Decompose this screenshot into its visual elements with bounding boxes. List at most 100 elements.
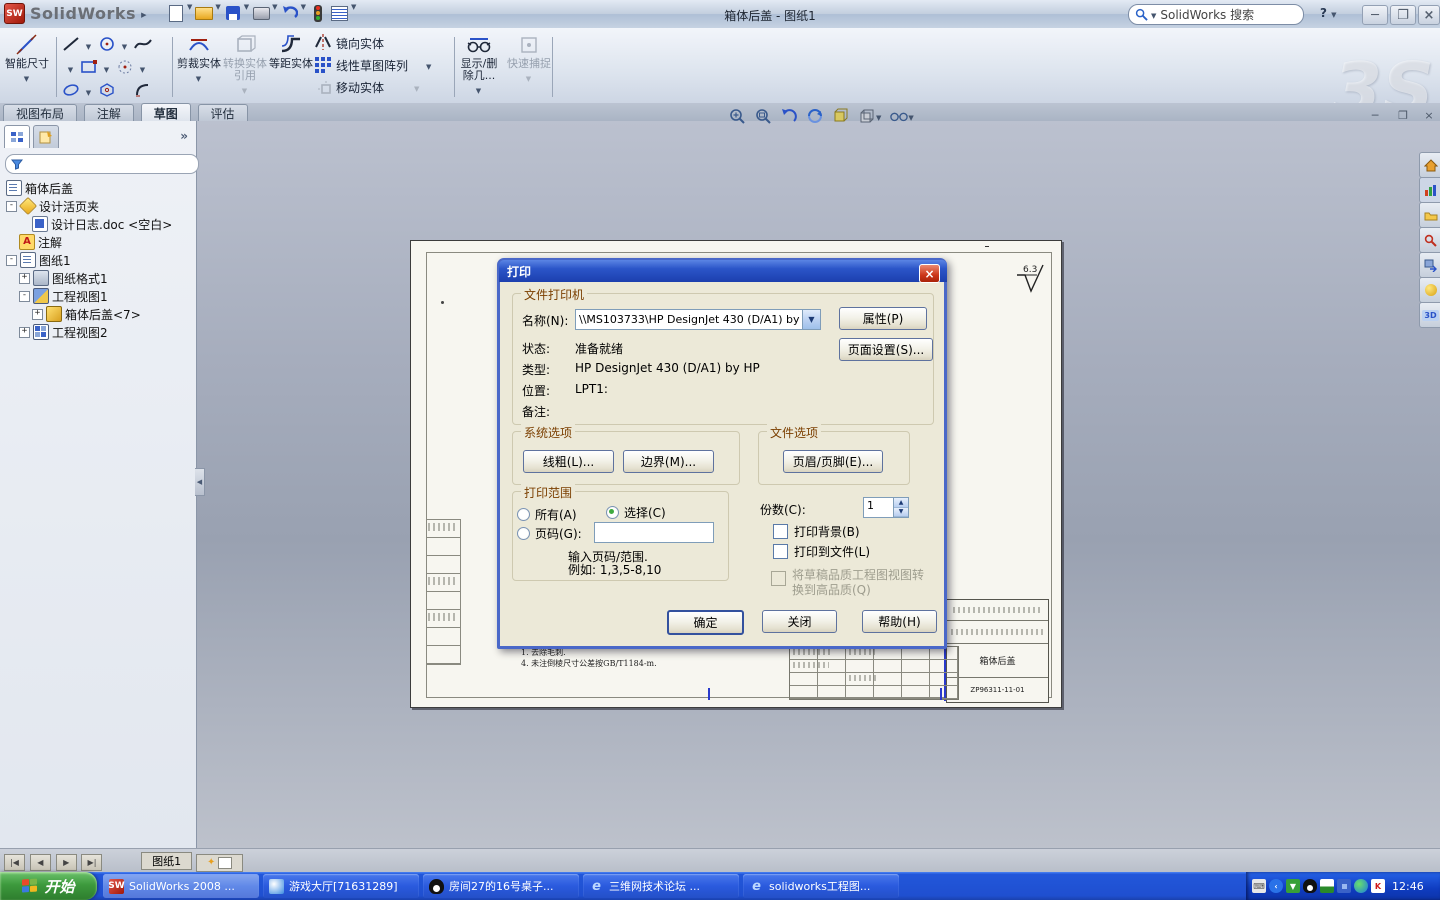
taskbar-item-forum[interactable]: e 三维网技术论坛 ... bbox=[583, 874, 739, 898]
taskbar-item-solidworks[interactable]: SW SolidWorks 2008 ... bbox=[103, 874, 259, 898]
sheet1-tab[interactable]: 图纸1 bbox=[141, 852, 193, 870]
point-tool-icon[interactable] bbox=[116, 59, 134, 78]
tree-filter-input[interactable] bbox=[5, 154, 199, 174]
tab-evaluate[interactable]: 评估 bbox=[197, 104, 248, 121]
tray-mail-icon[interactable] bbox=[1320, 879, 1334, 893]
print-icon[interactable] bbox=[250, 3, 272, 23]
margins-button[interactable]: 边界(M)... bbox=[623, 450, 714, 473]
collapse-box-icon[interactable]: - bbox=[19, 290, 30, 302]
arc-tool-icon[interactable] bbox=[134, 82, 152, 101]
3d-content-central-icon[interactable]: 3D bbox=[1419, 302, 1440, 328]
tree-item-design-binder[interactable]: - 设计活页夹 bbox=[2, 196, 192, 216]
tray-network-icon[interactable] bbox=[1337, 879, 1351, 893]
offset-entities-button[interactable]: 等距实体 bbox=[268, 32, 314, 70]
page-setup-button[interactable]: 页面设置(S)... bbox=[839, 338, 933, 361]
first-sheet-nav-icon[interactable]: |◀ bbox=[4, 854, 25, 871]
doc-minimize-button[interactable]: ─ bbox=[1364, 108, 1386, 122]
dropdown-arrow-icon[interactable]: ▼ bbox=[68, 66, 73, 74]
property-manager-tab[interactable] bbox=[33, 125, 59, 148]
next-sheet-nav-icon[interactable]: ▶ bbox=[55, 854, 77, 871]
tab-annotations[interactable]: 注解 bbox=[83, 104, 134, 121]
print-dialog-titlebar[interactable]: 打印 bbox=[499, 260, 947, 282]
minimize-button[interactable]: ─ bbox=[1362, 5, 1388, 25]
restore-button[interactable]: ❐ bbox=[1390, 5, 1416, 25]
line-tool-icon[interactable] bbox=[62, 36, 80, 55]
close-button[interactable]: × bbox=[1418, 5, 1440, 25]
doc-restore-button[interactable]: ❐ bbox=[1392, 108, 1414, 122]
printer-name-combobox[interactable]: \\MS103733\HP DesignJet 430 (D/A1) by HP… bbox=[575, 309, 821, 330]
prev-sheet-nav-icon[interactable]: ◀ bbox=[29, 854, 51, 871]
clock[interactable]: 12:46 bbox=[1392, 880, 1424, 893]
line-weight-button[interactable]: 线粗(L)... bbox=[523, 450, 614, 473]
rebuild-traffic-light-icon[interactable] bbox=[307, 3, 329, 23]
pages-input[interactable] bbox=[594, 522, 714, 543]
linear-sketch-pattern-button[interactable]: 线性草图阵列 ▼ bbox=[314, 54, 432, 76]
copies-spinner[interactable]: 1 ▲ ▼ bbox=[863, 497, 909, 518]
tree-item-part-ref[interactable]: + 箱体后盖<7> bbox=[2, 305, 192, 323]
tree-item-annotations[interactable]: A 注解 bbox=[2, 233, 192, 251]
help-button[interactable]: 帮助(H) bbox=[862, 610, 937, 633]
tree-item-drawing-view1[interactable]: - 工程视图1 bbox=[2, 287, 192, 305]
tray-globe-icon[interactable] bbox=[1354, 879, 1368, 893]
radio-pages[interactable]: 页码(G): bbox=[517, 525, 582, 542]
taskbar-item-solidworks-drawing-page[interactable]: e solidworks工程图... bbox=[743, 874, 899, 898]
feature-manager-tab[interactable] bbox=[4, 125, 30, 148]
tab-view-layout[interactable]: 视图布局 bbox=[3, 104, 78, 121]
tree-item-design-journal[interactable]: 设计日志.doc <空白> bbox=[2, 215, 192, 233]
tab-sketch[interactable]: 草图 bbox=[140, 103, 191, 122]
new-document-icon[interactable] bbox=[165, 3, 187, 23]
radio-selection[interactable]: 选择(C) bbox=[606, 504, 666, 521]
design-library-icon[interactable] bbox=[1419, 177, 1440, 203]
dropdown-arrow-icon[interactable]: ▼ bbox=[140, 66, 145, 74]
add-sheet-tab[interactable]: ✦ bbox=[195, 853, 244, 872]
expand-box-icon[interactable]: + bbox=[19, 272, 30, 284]
zoom-to-area-icon[interactable] bbox=[754, 107, 772, 125]
dropdown-arrow-icon[interactable]: ▼ bbox=[351, 3, 356, 23]
undo-icon[interactable] bbox=[279, 3, 301, 23]
tree-item-root[interactable]: 箱体后盖 bbox=[2, 179, 192, 197]
help-button[interactable]: ? ▼ bbox=[1320, 6, 1338, 20]
options-icon[interactable] bbox=[329, 3, 351, 23]
display-style-button[interactable]: ▼ bbox=[858, 107, 882, 125]
trim-entities-button[interactable]: 剪裁实体 ▼ bbox=[176, 32, 222, 85]
kaspersky-icon[interactable]: K bbox=[1371, 879, 1385, 893]
header-footer-button[interactable]: 页眉/页脚(E)... bbox=[783, 450, 883, 473]
properties-button[interactable]: 属性(P) bbox=[839, 307, 927, 330]
close-button[interactable]: 关闭 bbox=[762, 610, 837, 633]
expand-box-icon[interactable]: + bbox=[32, 308, 43, 320]
tree-item-sheet-format1[interactable]: + 图纸格式1 bbox=[2, 269, 192, 287]
mirror-entities-button[interactable]: 镜向实体 bbox=[314, 32, 432, 54]
dialog-close-icon[interactable]: × bbox=[919, 264, 940, 283]
collapse-box-icon[interactable]: - bbox=[6, 200, 17, 212]
combo-arrow-icon[interactable]: ▼ bbox=[802, 310, 820, 329]
panel-collapse-arrow[interactable]: ◀ bbox=[195, 468, 205, 496]
dropdown-arrow-icon[interactable]: ▼ bbox=[86, 43, 91, 51]
radio-all[interactable]: 所有(A) bbox=[517, 506, 577, 523]
search-scope-arrow-icon[interactable]: ▼ bbox=[1151, 12, 1156, 20]
hide-show-items-button[interactable]: ▼ bbox=[890, 107, 914, 125]
dropdown-arrow-icon[interactable]: ▼ bbox=[122, 43, 127, 51]
previous-view-icon[interactable] bbox=[780, 107, 798, 125]
view-palette-icon[interactable] bbox=[1419, 252, 1440, 278]
taskbar-item-game-lobby[interactable]: 游戏大厅[71631289] bbox=[263, 874, 419, 898]
tree-item-sheet1[interactable]: - 图纸1 bbox=[2, 251, 192, 269]
dropdown-arrow-icon[interactable]: ▼ bbox=[244, 3, 249, 23]
open-icon[interactable] bbox=[193, 3, 215, 23]
collapse-box-icon[interactable]: - bbox=[6, 254, 17, 266]
rectangle-tool-icon[interactable] bbox=[80, 59, 98, 78]
3d-drawing-view-icon[interactable] bbox=[832, 107, 850, 125]
zoom-to-fit-icon[interactable] bbox=[728, 107, 746, 125]
last-sheet-nav-icon[interactable]: ▶| bbox=[81, 854, 103, 871]
keyboard-layout-icon[interactable]: ⌨ bbox=[1252, 879, 1266, 893]
tree-item-drawing-view2[interactable]: + 工程视图2 bbox=[2, 323, 192, 341]
dropdown-arrow-icon[interactable]: ▼ bbox=[215, 3, 220, 23]
file-explorer-folder-icon[interactable] bbox=[1419, 202, 1440, 228]
custom-properties-ball-icon[interactable] bbox=[1419, 277, 1440, 303]
doc-close-button[interactable]: × bbox=[1418, 108, 1440, 122]
search-input[interactable]: ▼ SolidWorks 搜索 bbox=[1128, 4, 1304, 25]
spinner-down-icon[interactable]: ▼ bbox=[894, 507, 908, 517]
tray-green-update-icon[interactable]: ▼ bbox=[1286, 879, 1300, 893]
polygon-tool-icon[interactable] bbox=[98, 82, 116, 101]
expand-box-icon[interactable]: + bbox=[19, 326, 30, 338]
spinner-up-icon[interactable]: ▲ bbox=[894, 498, 908, 508]
